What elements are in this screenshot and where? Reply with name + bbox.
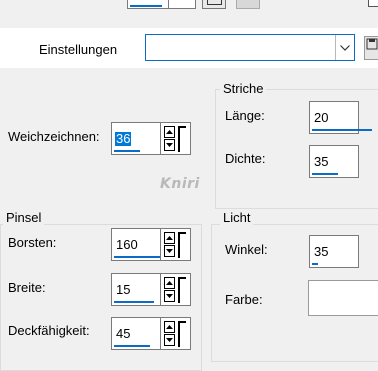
angle-slider-track[interactable] bbox=[312, 263, 318, 265]
opacity-label: Deckfähigkeit: bbox=[8, 323, 90, 338]
density-spinbox[interactable]: 35 bbox=[309, 145, 359, 178]
bristles-label: Borsten: bbox=[8, 235, 57, 250]
bristles-slider-track[interactable] bbox=[114, 256, 160, 258]
decrement-arrow-icon[interactable] bbox=[164, 334, 175, 346]
bristles-spinbox[interactable]: 160 bbox=[111, 228, 191, 261]
width-slider-track[interactable] bbox=[114, 301, 154, 303]
signature-watermark: Kniri bbox=[160, 176, 200, 192]
increment-arrow-icon[interactable] bbox=[164, 277, 175, 289]
opacity-arrows[interactable] bbox=[161, 317, 191, 350]
density-value: 35 bbox=[314, 154, 329, 169]
slider-popout-icon[interactable] bbox=[178, 277, 186, 303]
decrement-arrow-icon[interactable] bbox=[164, 290, 175, 302]
save-preset-button[interactable] bbox=[364, 36, 378, 60]
slider-popout-icon[interactable] bbox=[178, 232, 186, 258]
density-input[interactable]: 35 bbox=[309, 145, 359, 178]
decrement-arrow-icon[interactable] bbox=[164, 139, 175, 151]
bristles-arrows[interactable] bbox=[161, 228, 191, 261]
opacity-input[interactable]: 45 bbox=[111, 317, 161, 350]
increment-arrow-icon[interactable] bbox=[164, 126, 175, 138]
increment-arrow-icon[interactable] bbox=[164, 321, 175, 333]
length-value: 20 bbox=[314, 110, 329, 125]
top-toolbar-button-disabled bbox=[236, 0, 260, 9]
angle-input[interactable]: 35 bbox=[309, 235, 359, 268]
strokes-group-title: Striche bbox=[220, 82, 267, 96]
brush-group-title: Pinsel bbox=[3, 211, 45, 225]
top-spin-field[interactable] bbox=[127, 0, 169, 9]
length-spinbox[interactable]: 20 bbox=[309, 101, 372, 134]
preset-dropdown[interactable] bbox=[145, 34, 355, 61]
density-label: Dichte: bbox=[225, 151, 266, 166]
width-label: Breite: bbox=[8, 280, 46, 295]
opacity-spinbox[interactable]: 45 bbox=[111, 317, 191, 350]
softness-arrows[interactable] bbox=[161, 122, 191, 155]
slider-popout-icon[interactable] bbox=[178, 126, 186, 152]
length-input[interactable]: 20 bbox=[309, 101, 372, 134]
angle-label: Winkel: bbox=[225, 242, 268, 257]
bristles-value: 160 bbox=[116, 237, 138, 252]
softness-value: 36 bbox=[115, 131, 132, 146]
softness-label: Weichzeichnen: bbox=[8, 129, 100, 144]
width-arrows[interactable] bbox=[161, 273, 191, 306]
softness-slider-track[interactable] bbox=[114, 150, 140, 152]
chevron-down-icon[interactable] bbox=[335, 35, 354, 60]
increment-arrow-icon[interactable] bbox=[164, 232, 175, 244]
save-icon bbox=[366, 38, 377, 50]
decrement-arrow-icon[interactable] bbox=[164, 245, 175, 257]
top-toolbar-button[interactable] bbox=[202, 0, 226, 9]
slider-popout-icon[interactable] bbox=[178, 321, 186, 347]
width-spinbox[interactable]: 15 bbox=[111, 273, 191, 306]
length-slider-track[interactable] bbox=[312, 129, 372, 131]
bristles-input[interactable]: 160 bbox=[111, 228, 161, 261]
width-value: 15 bbox=[116, 282, 131, 297]
window-icon bbox=[207, 0, 222, 5]
light-group-title: Licht bbox=[220, 211, 254, 225]
preset-label: Einstellungen bbox=[39, 42, 118, 57]
opacity-slider-track[interactable] bbox=[114, 345, 150, 347]
density-slider-track[interactable] bbox=[312, 173, 338, 175]
light-color-swatch[interactable] bbox=[308, 280, 378, 316]
angle-value: 35 bbox=[314, 244, 329, 259]
top-checkbox[interactable] bbox=[368, 0, 378, 7]
opacity-value: 45 bbox=[116, 326, 131, 341]
length-label: Länge: bbox=[225, 108, 265, 123]
color-label: Farbe: bbox=[225, 292, 263, 307]
angle-spinbox[interactable]: 35 bbox=[309, 235, 359, 268]
softness-spinbox[interactable]: 36 bbox=[111, 122, 191, 155]
width-input[interactable]: 15 bbox=[111, 273, 161, 306]
softness-input[interactable]: 36 bbox=[111, 122, 161, 155]
top-spin-arrows[interactable] bbox=[168, 0, 196, 9]
